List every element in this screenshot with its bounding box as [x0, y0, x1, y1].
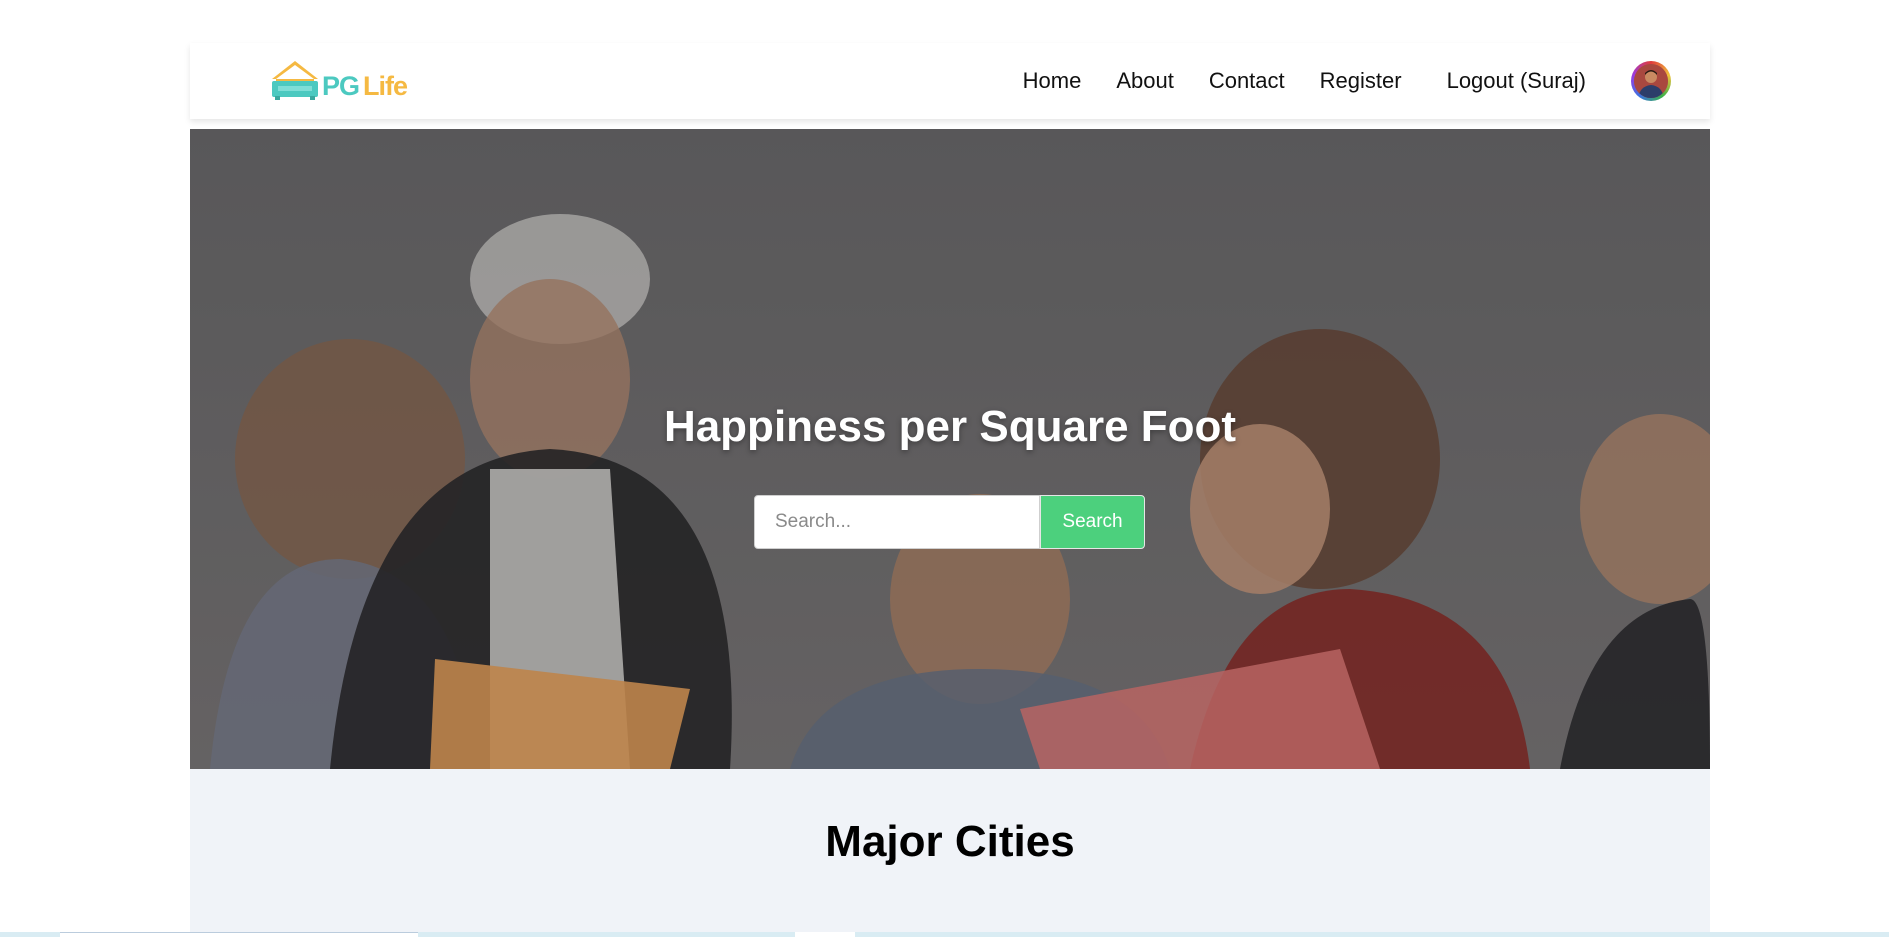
taskbar-tab [60, 932, 418, 937]
nav-home-link[interactable]: Home [1023, 68, 1082, 94]
search-form: Search [754, 495, 1145, 549]
search-input[interactable] [754, 495, 1040, 549]
avatar-icon [1634, 64, 1668, 98]
brand-logo[interactable]: PG Life [268, 59, 408, 101]
nav-logout-link[interactable]: Logout (Suraj) [1447, 68, 1586, 94]
navbar: PG Life Home About Contact Register Logou… [190, 43, 1710, 119]
nav-about-link[interactable]: About [1116, 68, 1174, 94]
hero-title: Happiness per Square Foot [663, 402, 1237, 451]
main-container: PG Life Home About Contact Register Logou… [190, 43, 1710, 937]
nav-links: Home About Contact Register Logout (Sura… [1023, 43, 1710, 119]
window-bottom-strip [0, 932, 1889, 937]
nav-register-link[interactable]: Register [1320, 68, 1402, 94]
nav-contact-link[interactable]: Contact [1209, 68, 1285, 94]
logo-text-life: Life [363, 71, 408, 101]
hero-banner: Happiness per Square Foot Search [190, 129, 1710, 769]
taskbar-tab [795, 932, 855, 937]
logo-text: PG Life [322, 71, 408, 101]
logo-text-pg: PG [322, 71, 360, 101]
user-avatar[interactable] [1631, 61, 1671, 101]
major-cities-title: Major Cities [825, 817, 1075, 866]
house-icon [272, 61, 318, 100]
page: PG Life Home About Contact Register Logou… [0, 0, 1889, 937]
major-cities-section: Major Cities [190, 769, 1710, 937]
search-button[interactable]: Search [1040, 495, 1145, 549]
